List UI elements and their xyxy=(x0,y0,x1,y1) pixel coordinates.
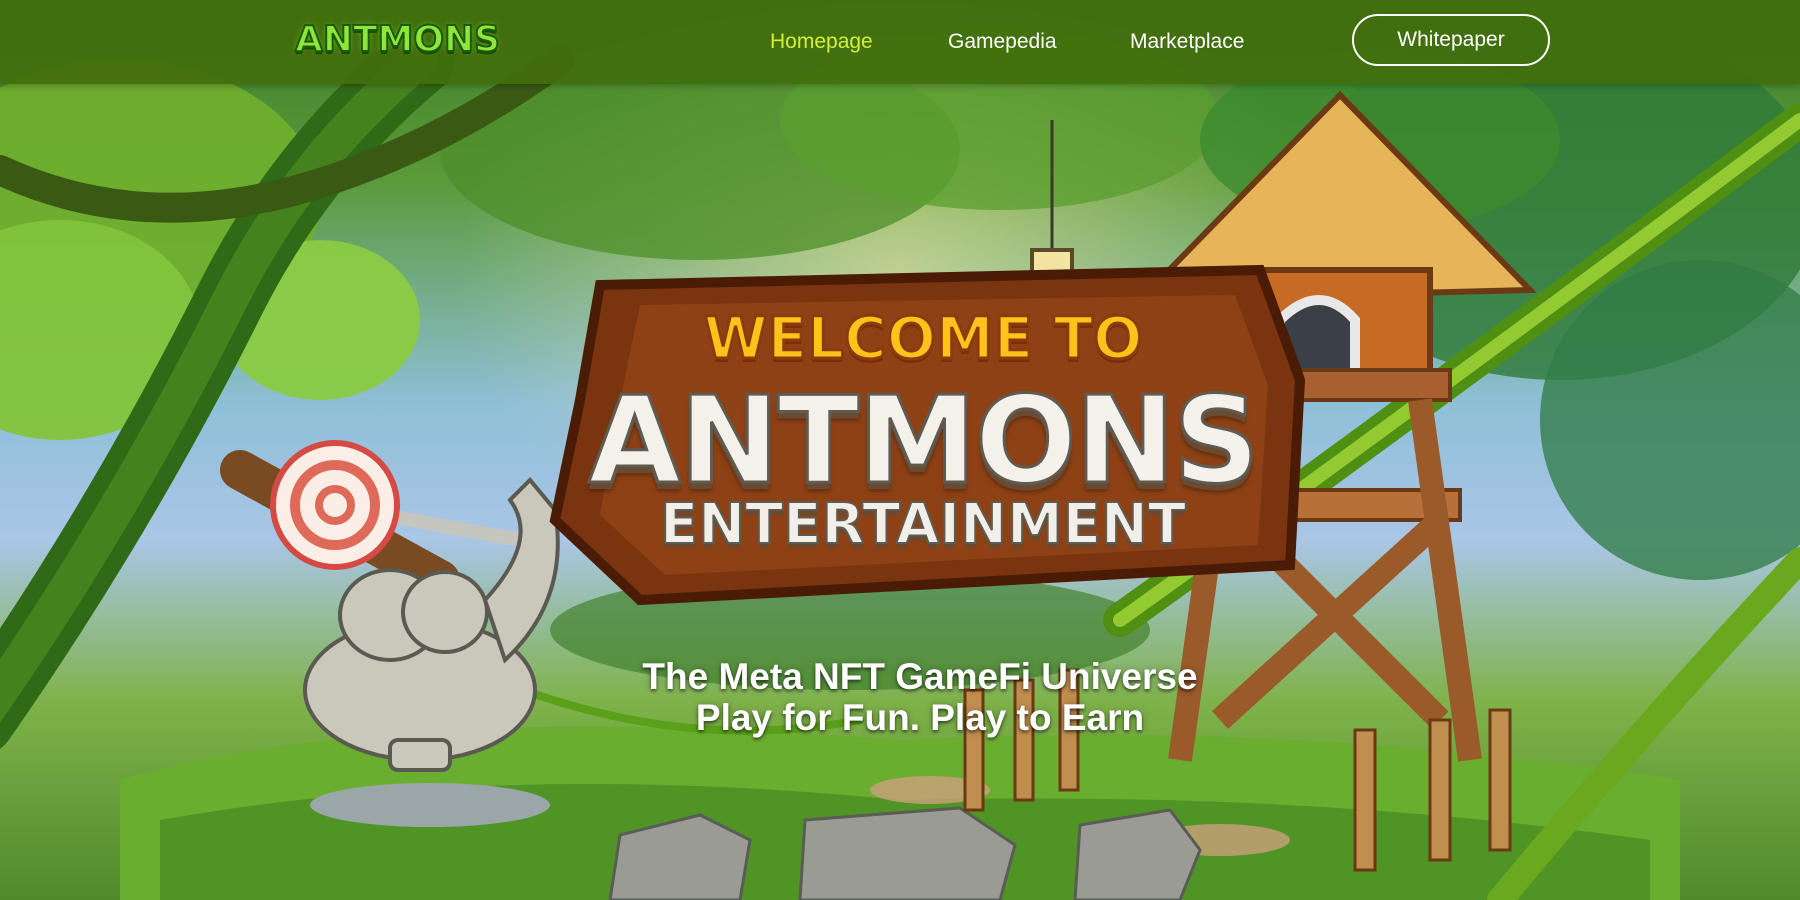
hero-title: ANTMONS xyxy=(587,371,1261,513)
whitepaper-button[interactable]: Whitepaper xyxy=(1352,14,1550,66)
tagline-line-1: The Meta NFT GameFi Universe xyxy=(642,656,1198,697)
hero-tagline: The Meta NFT GameFi Universe Play for Fu… xyxy=(500,656,1340,738)
hero-welcome-text: WELCOME TO xyxy=(702,303,1144,374)
hero-title-sign: WELCOME TO ANTMONS ENTERTAINMENT xyxy=(548,280,1298,610)
nav-gamepedia[interactable]: Gamepedia xyxy=(948,27,1057,57)
top-navbar: ANTMONS Homepage Gamepedia Marketplace W… xyxy=(0,0,1800,84)
tagline-line-2: Play for Fun. Play to Earn xyxy=(695,697,1145,738)
nav-homepage[interactable]: Homepage xyxy=(770,27,873,57)
nav-marketplace[interactable]: Marketplace xyxy=(1130,27,1244,57)
hero-subtitle: ENTERTAINMENT xyxy=(659,491,1187,558)
brand-logo[interactable]: ANTMONS xyxy=(294,18,501,62)
stepping-stones xyxy=(608,806,1202,900)
